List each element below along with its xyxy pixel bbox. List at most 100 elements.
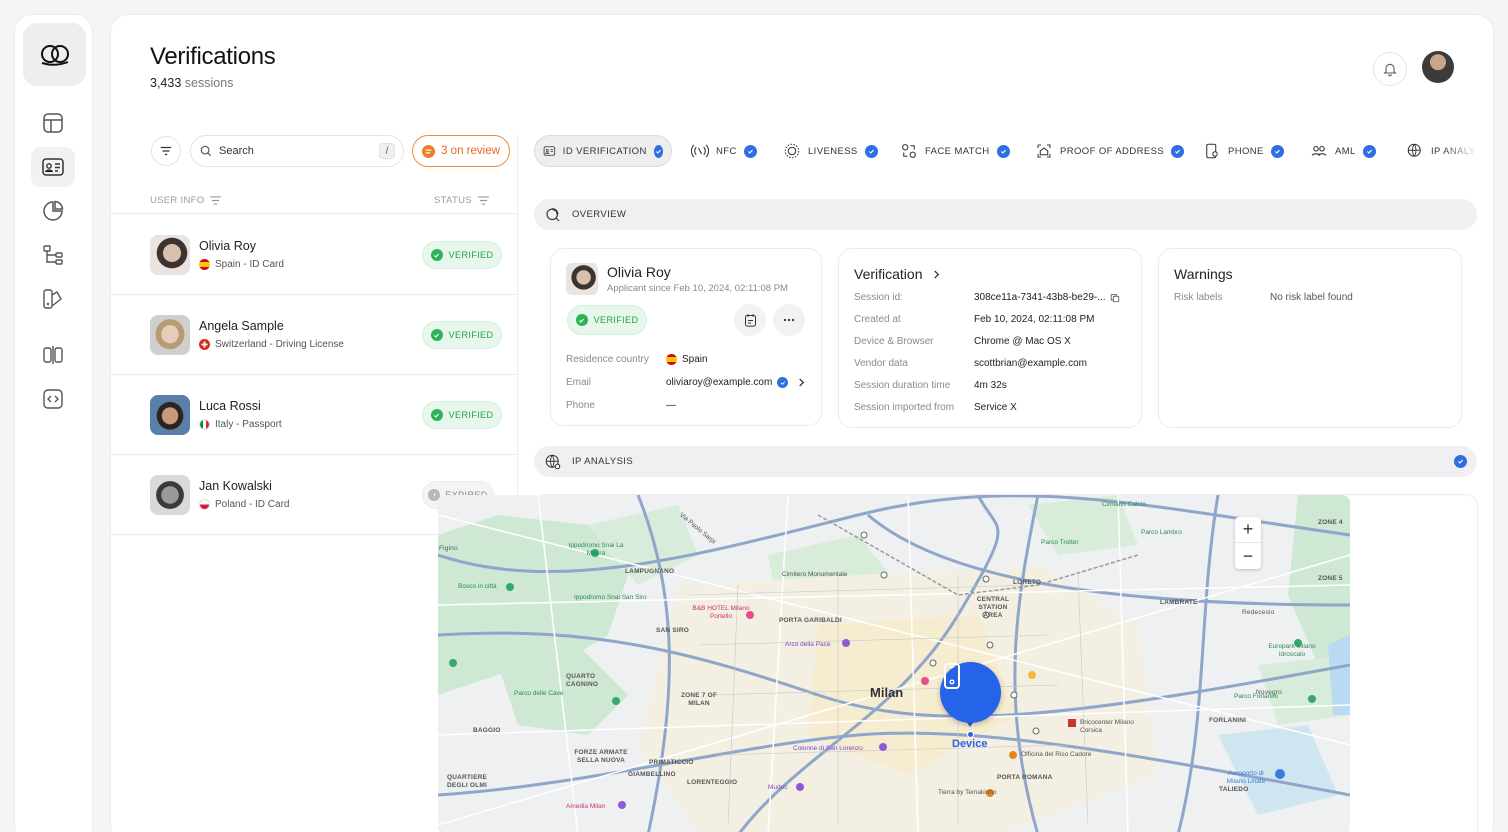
map-label: QUARTO CAGNINO — [566, 673, 599, 688]
overview-section-header[interactable]: OVERVIEW — [534, 199, 1477, 230]
table-row[interactable]: Angela Sample Switzerland - Driving Lice… — [111, 295, 517, 375]
zoom-out-button[interactable]: − — [1235, 543, 1261, 569]
filter-button[interactable] — [151, 136, 181, 166]
palette-icon — [43, 289, 62, 309]
tab-nfc[interactable]: NFC — [691, 135, 757, 167]
filter-icon — [160, 146, 172, 156]
nav-dashboard[interactable] — [31, 103, 75, 143]
user-meta: Switzerland - Driving License — [199, 339, 344, 350]
id-card-icon — [42, 158, 64, 176]
email-verified-icon — [777, 377, 789, 388]
app-logo[interactable] — [23, 23, 86, 86]
search-box[interactable]: / — [190, 135, 404, 167]
col-user-info[interactable]: USER INFO — [150, 195, 222, 206]
imported-from-label: Session imported from — [854, 402, 955, 413]
nav-compare[interactable] — [31, 335, 75, 375]
id-card-icon — [543, 146, 556, 156]
map-poi[interactable]: Cimiano Calcio — [1102, 501, 1146, 508]
verification-tabs: ID VERIFICATION NFC LIVENESS FACE MATCH … — [534, 135, 1474, 167]
map-label: PRIMATICCIO — [649, 759, 694, 766]
search-input[interactable] — [219, 145, 369, 157]
check-icon — [430, 249, 443, 261]
map-poi[interactable]: Parco Lambro — [1141, 529, 1182, 536]
map-poi[interactable]: Arco della Pace — [785, 641, 831, 648]
map-poi[interactable]: Colonne di San Lorenzo — [793, 745, 863, 752]
map-poi[interactable]: Officina del Riso Cadore — [1021, 751, 1091, 758]
map-poi[interactable]: Amedia Milan — [566, 803, 605, 810]
page-title: Verifications — [150, 43, 276, 70]
status-badge: VERIFIED — [422, 401, 502, 429]
zoom-in-button[interactable]: + — [1235, 517, 1261, 543]
session-id-label: Session id: — [854, 292, 903, 303]
map-poi[interactable]: Parco delle Cave — [514, 690, 564, 697]
map-label: BAGGIO — [473, 727, 501, 734]
user-name: Olivia Roy — [199, 239, 256, 253]
ip-location-map[interactable]: LAMPUGNANO SAN SIRO QUARTO CAGNINO ZONE … — [438, 495, 1350, 832]
user-name: Luca Rossi — [199, 399, 261, 413]
risk-labels-value: No risk label found — [1270, 292, 1353, 303]
user-avatar[interactable] — [1422, 51, 1454, 83]
verified-check-icon — [1171, 144, 1185, 158]
bell-icon — [1383, 63, 1397, 77]
verification-title[interactable]: Verification — [854, 266, 941, 282]
table-row[interactable]: Luca Rossi Italy - Passport VERIFIED — [111, 375, 517, 455]
table-row[interactable]: Olivia Roy Spain - ID Card VERIFIED — [111, 215, 517, 295]
residence-label: Residence country — [566, 354, 649, 365]
map-label: FORZE ARMATE SELLA NUOVA — [574, 749, 628, 764]
notes-icon — [744, 313, 756, 327]
sidebar — [14, 14, 93, 832]
nav-verifications[interactable] — [31, 147, 75, 187]
map-poi[interactable]: Tierra by Temakinho — [938, 789, 997, 796]
map-label: ZONE 4 — [1318, 519, 1343, 526]
nav-customization[interactable] — [31, 279, 75, 319]
workflow-icon — [43, 245, 63, 265]
device-browser-value: Chrome @ Mac OS X — [974, 336, 1071, 347]
copy-icon[interactable] — [1110, 293, 1120, 303]
nav-workflows[interactable] — [31, 235, 75, 275]
map-poi[interactable]: Mudec — [768, 784, 788, 791]
device-location-pin[interactable] — [940, 662, 1001, 723]
on-review-filter-button[interactable]: 3 on review — [412, 135, 510, 167]
ip-analysis-section-header[interactable]: IP ANALYSIS — [534, 446, 1477, 477]
nav-analytics[interactable] — [31, 191, 75, 231]
map-poi[interactable]: B&B HOTEL Milano Portello — [691, 605, 751, 621]
map-label: LORENTEGGIO — [687, 779, 738, 786]
map-poi[interactable]: Europark Milano Idroscalo — [1267, 643, 1317, 659]
applicant-avatar — [566, 263, 598, 295]
device-location-dot — [967, 731, 974, 738]
notes-button[interactable] — [734, 304, 766, 336]
tab-id-verification[interactable]: ID VERIFICATION — [534, 135, 672, 167]
map-poi[interactable]: Parco Forlanini — [1234, 693, 1278, 700]
map-poi[interactable]: Cimitero Monumentale — [782, 571, 847, 578]
map-poi[interactable]: Bricocenter Milano Corsica — [1080, 719, 1140, 735]
notifications-button[interactable] — [1373, 52, 1407, 86]
map-poi[interactable]: Parco Trotter — [1041, 539, 1079, 546]
map-poi[interactable]: Ippodromo Snai San Siro — [574, 594, 647, 601]
tab-phone[interactable]: PHONE — [1203, 135, 1284, 167]
map-label: GIAMBELLINO — [628, 771, 676, 778]
col-status[interactable]: STATUS — [434, 195, 489, 206]
applicant-status-badge: VERIFIED — [567, 305, 647, 335]
review-icon — [422, 144, 436, 158]
email-value[interactable]: oliviaroy@example.com — [666, 377, 806, 388]
applicant-name: Olivia Roy — [607, 264, 671, 280]
vendor-data-label: Vendor data — [854, 358, 908, 369]
map-poi[interactable]: Ippodromo Snai La Maura — [566, 542, 626, 558]
vendor-data-value: scottbrian@example.com — [974, 358, 1087, 369]
tab-face-match[interactable]: FACE MATCH — [900, 135, 1010, 167]
phone-icon — [1206, 143, 1218, 159]
session-id-value: 308ce11a-7341-43b8-be29-... — [974, 292, 1120, 303]
map-poi[interactable]: Aeroporto di Milano Linate — [1221, 770, 1271, 786]
more-options-button[interactable] — [773, 304, 805, 336]
overview-icon — [546, 207, 560, 221]
created-at-label: Created at — [854, 314, 901, 325]
tab-liveness[interactable]: LIVENESS — [783, 135, 878, 167]
tab-proof-of-address[interactable]: PROOF OF ADDRESS — [1035, 135, 1185, 167]
split-icon — [43, 346, 63, 364]
tab-aml[interactable]: AML — [1310, 135, 1376, 167]
user-name: Jan Kowalski — [199, 479, 272, 493]
nav-developers[interactable] — [31, 379, 75, 419]
map-poi[interactable]: Bosco in città — [458, 583, 497, 590]
user-meta: Italy - Passport — [199, 419, 282, 430]
chevron-right-icon — [934, 269, 940, 279]
